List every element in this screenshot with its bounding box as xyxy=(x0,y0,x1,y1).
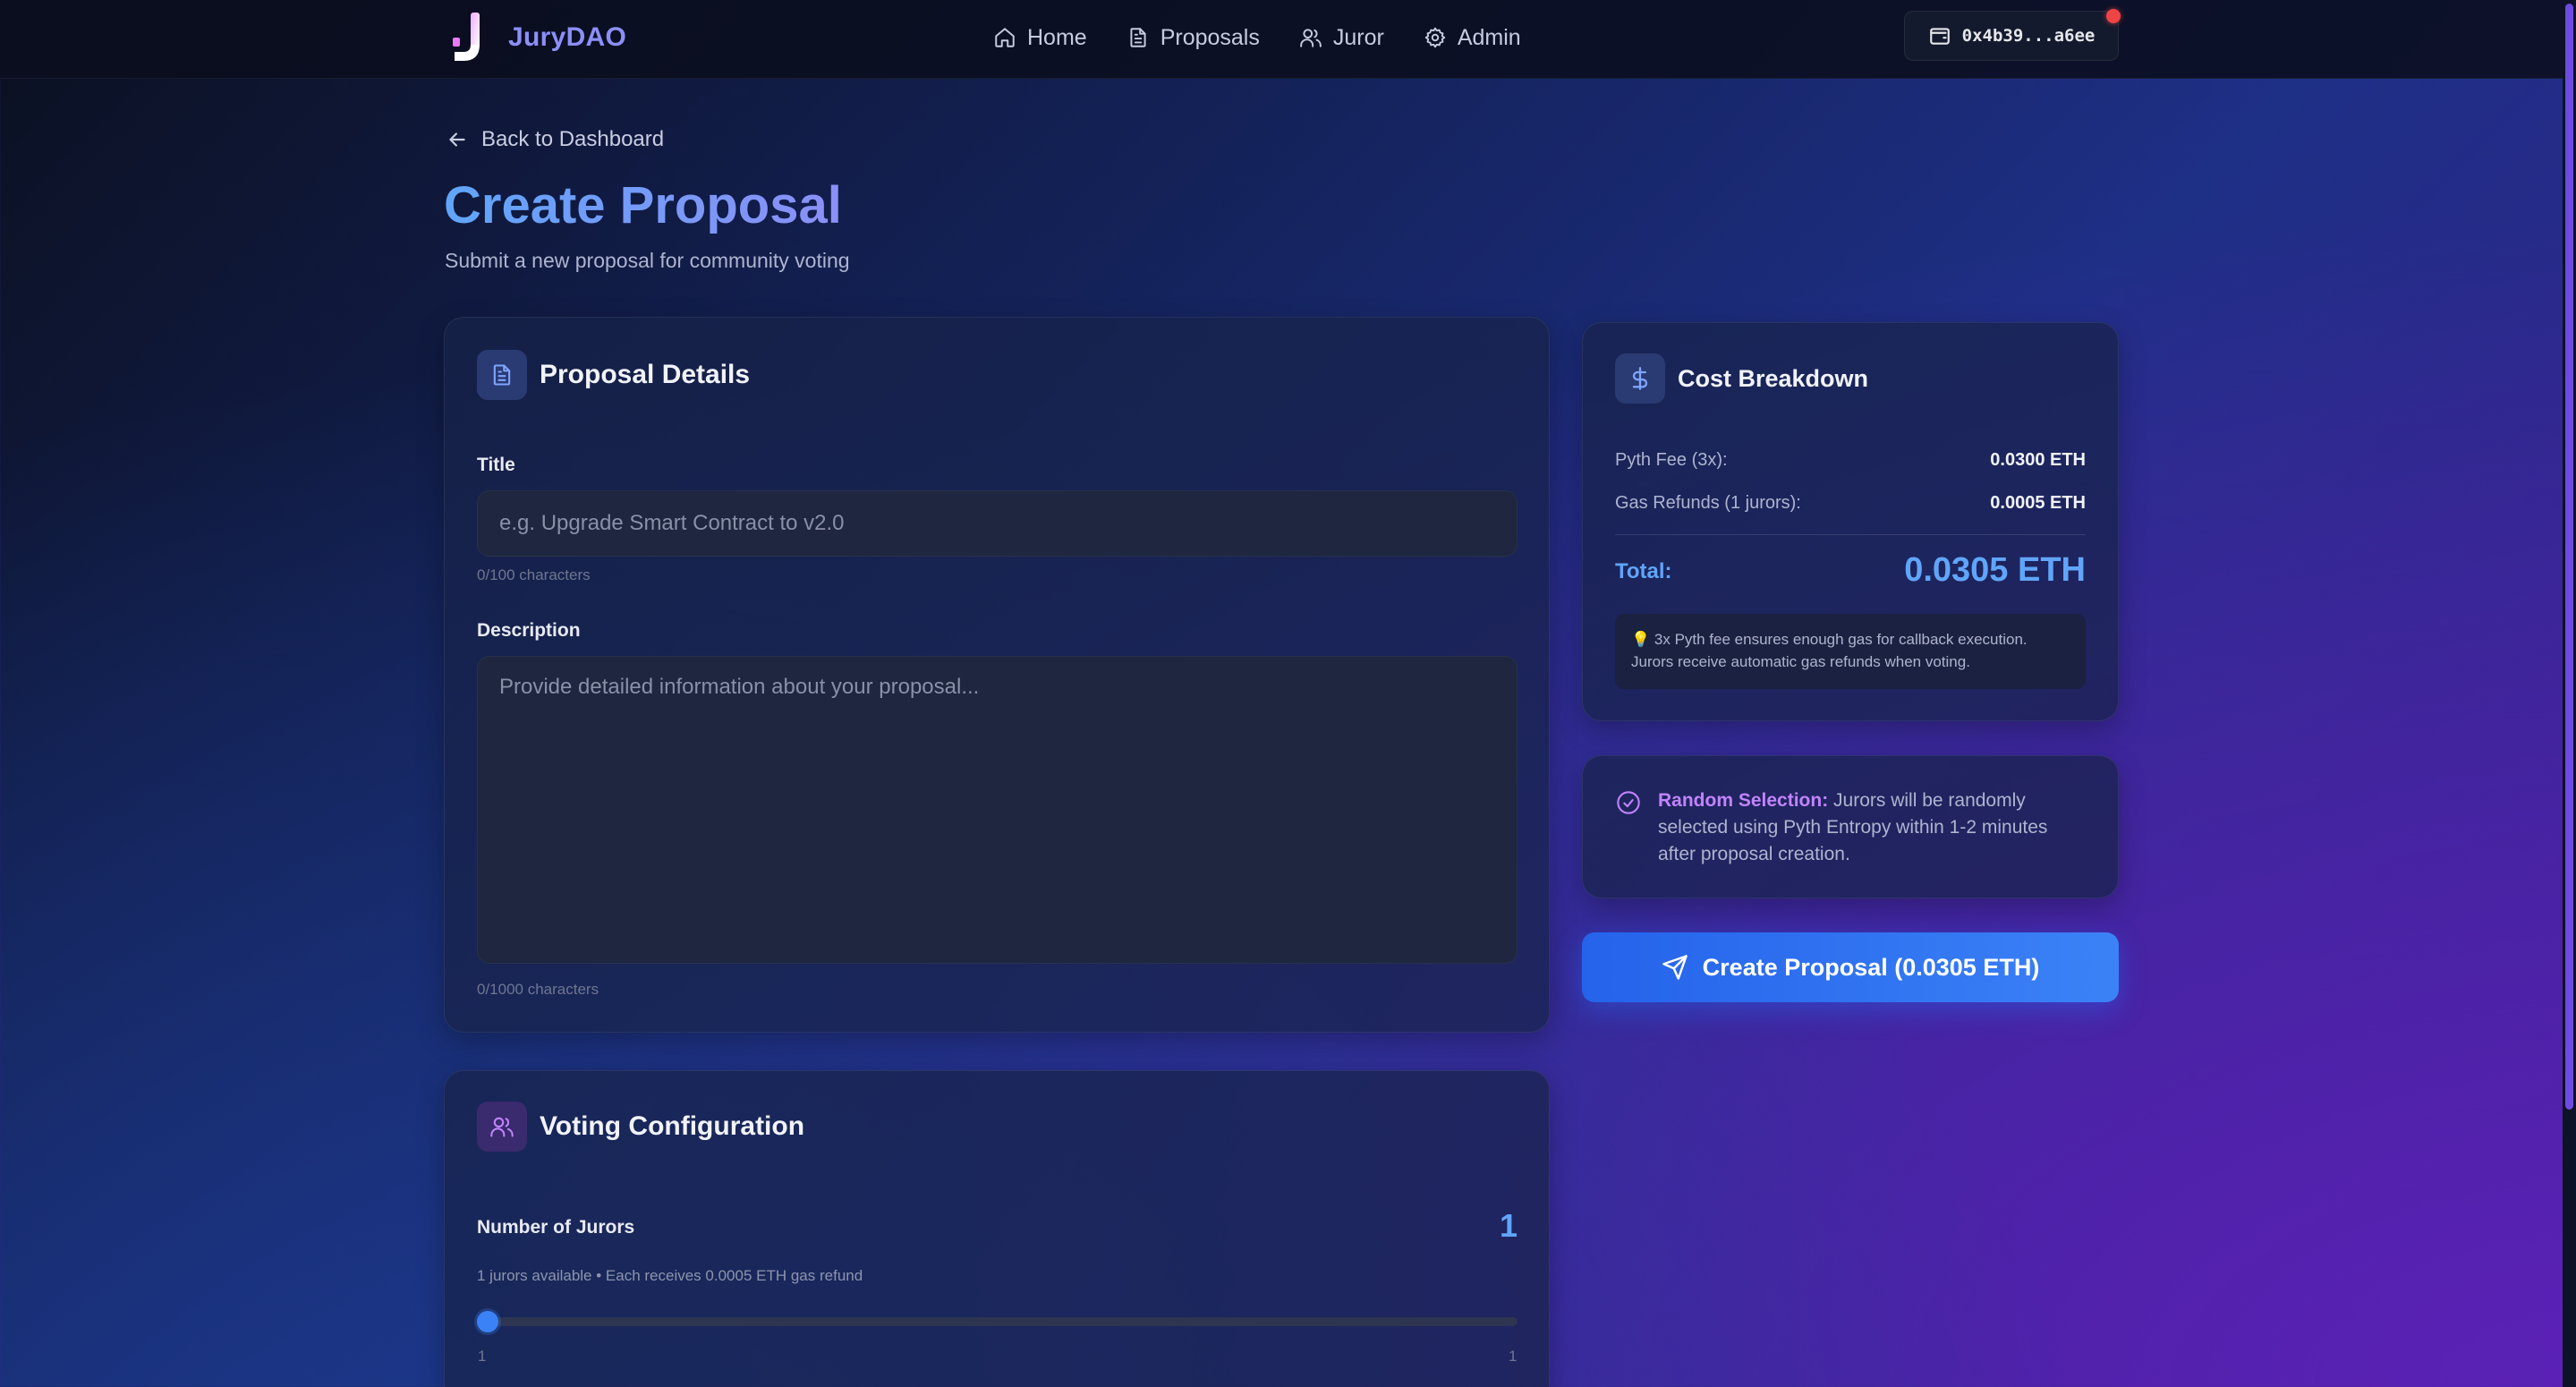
proposal-details-header: Proposal Details xyxy=(477,350,750,400)
nav-admin-label: Admin xyxy=(1457,24,1521,50)
jurors-hint: 1 jurors available • Each receives 0.000… xyxy=(477,1267,863,1284)
jurors-count: 1 xyxy=(1499,1207,1518,1244)
create-proposal-button[interactable]: Create Proposal (0.0305 ETH) xyxy=(1582,932,2119,1002)
description-label: Description xyxy=(477,620,581,641)
wallet-icon xyxy=(1929,28,1950,45)
nav-juror-label: Juror xyxy=(1332,24,1384,50)
page-title: Create Proposal xyxy=(444,176,842,234)
random-selection-strong: Random Selection: xyxy=(1658,790,1829,811)
description-textarea[interactable] xyxy=(477,656,1518,964)
pyth-fee-value: 0.0300 ETH xyxy=(1990,450,2086,470)
nav-links: Home Proposals Juror Admin xyxy=(993,20,1521,55)
dollar-icon xyxy=(1615,353,1665,404)
back-label: Back to Dashboard xyxy=(481,127,665,151)
title-label: Title xyxy=(477,455,515,475)
check-circle-icon xyxy=(1617,791,1640,814)
slider-min-label: 1 xyxy=(478,1348,487,1365)
gas-refunds-label: Gas Refunds (1 jurors): xyxy=(1615,493,1801,513)
gas-refunds-value: 0.0005 ETH xyxy=(1990,493,2086,513)
users-icon xyxy=(1300,29,1322,47)
jurors-slider-thumb[interactable] xyxy=(477,1311,498,1332)
notification-dot xyxy=(2106,9,2121,23)
brand-name: JuryDAO xyxy=(508,22,627,52)
description-char-count: 0/1000 characters xyxy=(477,981,599,998)
arrow-left-icon xyxy=(449,132,465,147)
slider-max-label: 1 xyxy=(1509,1348,1518,1365)
jurors-label: Number of Jurors xyxy=(477,1217,635,1238)
title-char-count: 0/100 characters xyxy=(477,566,591,583)
brand[interactable]: JuryDAO xyxy=(447,11,626,64)
home-icon xyxy=(995,28,1015,47)
wallet-button[interactable]: 0x4b39...a6ee xyxy=(1904,9,2121,61)
document-icon xyxy=(1130,28,1146,47)
voting-configuration-title: Voting Configuration xyxy=(540,1111,805,1141)
nav-home[interactable]: Home xyxy=(993,20,1087,55)
back-to-dashboard-link[interactable]: Back to Dashboard xyxy=(446,127,664,152)
create-proposal-label: Create Proposal (0.0305 ETH) xyxy=(1702,953,2040,981)
page-subtitle: Submit a new proposal for community voti… xyxy=(445,249,850,272)
total-value: 0.0305 ETH xyxy=(1904,551,2086,589)
nav-home-label: Home xyxy=(1027,24,1087,50)
document-icon xyxy=(477,350,527,400)
jurors-slider-track[interactable] xyxy=(478,1317,1518,1326)
users-icon xyxy=(477,1102,527,1152)
gear-icon xyxy=(1424,27,1446,48)
cost-divider xyxy=(1615,534,2086,535)
cost-breakdown-header: Cost Breakdown xyxy=(1615,353,1868,404)
cost-note: 💡 3x Pyth fee ensures enough gas for cal… xyxy=(1615,614,2086,689)
scrollbar-thumb[interactable] xyxy=(2565,4,2573,1110)
cost-breakdown-title: Cost Breakdown xyxy=(1678,364,1869,392)
nav-proposals-label: Proposals xyxy=(1160,24,1260,50)
scrollbar[interactable] xyxy=(2563,0,2576,1387)
send-icon xyxy=(1662,955,1688,980)
pyth-fee-label: Pyth Fee (3x): xyxy=(1615,450,1728,470)
title-input[interactable] xyxy=(477,490,1518,557)
total-label: Total: xyxy=(1615,559,1672,583)
random-selection-text: Random Selection: Jurors will be randoml… xyxy=(1658,787,2087,868)
voting-configuration-header: Voting Configuration xyxy=(477,1102,804,1152)
top-navbar: JuryDAO Home Proposals Juror Admin 0x4b3… xyxy=(0,0,2563,79)
wallet-address: 0x4b39...a6ee xyxy=(1961,26,2096,46)
nav-admin[interactable]: Admin xyxy=(1424,20,1521,55)
nav-juror[interactable]: Juror xyxy=(1299,20,1384,55)
proposal-details-title: Proposal Details xyxy=(540,360,751,389)
jurydao-logo-icon xyxy=(447,11,492,64)
nav-proposals[interactable]: Proposals xyxy=(1126,20,1260,55)
